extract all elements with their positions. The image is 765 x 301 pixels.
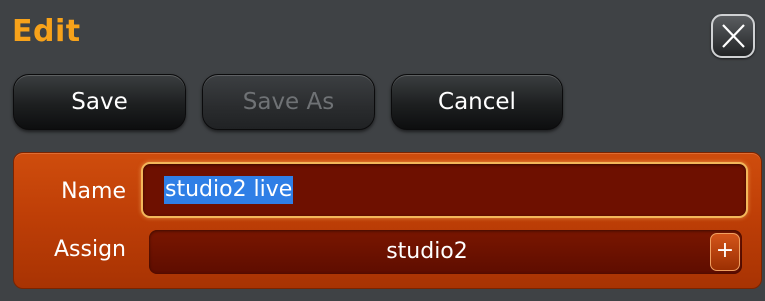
dialog-title: Edit [12, 14, 81, 49]
close-button[interactable] [711, 14, 755, 58]
edit-form-panel: Name studio2 live Assign studio2 + [13, 152, 762, 289]
save-as-button[interactable]: Save As [202, 74, 375, 130]
name-input-selected-text: studio2 live [164, 176, 294, 204]
assign-add-button[interactable]: + [710, 233, 740, 271]
assign-value: studio2 [386, 239, 468, 264]
name-input[interactable]: studio2 live [141, 162, 748, 218]
assign-field[interactable]: studio2 + [149, 230, 742, 274]
assign-label: Assign [54, 237, 126, 262]
close-icon [722, 24, 745, 48]
name-label: Name [61, 179, 126, 204]
edit-dialog: Edit Save Save As Cancel Name studio2 li… [0, 0, 765, 301]
cancel-button[interactable]: Cancel [391, 74, 563, 130]
save-button[interactable]: Save [13, 74, 186, 130]
